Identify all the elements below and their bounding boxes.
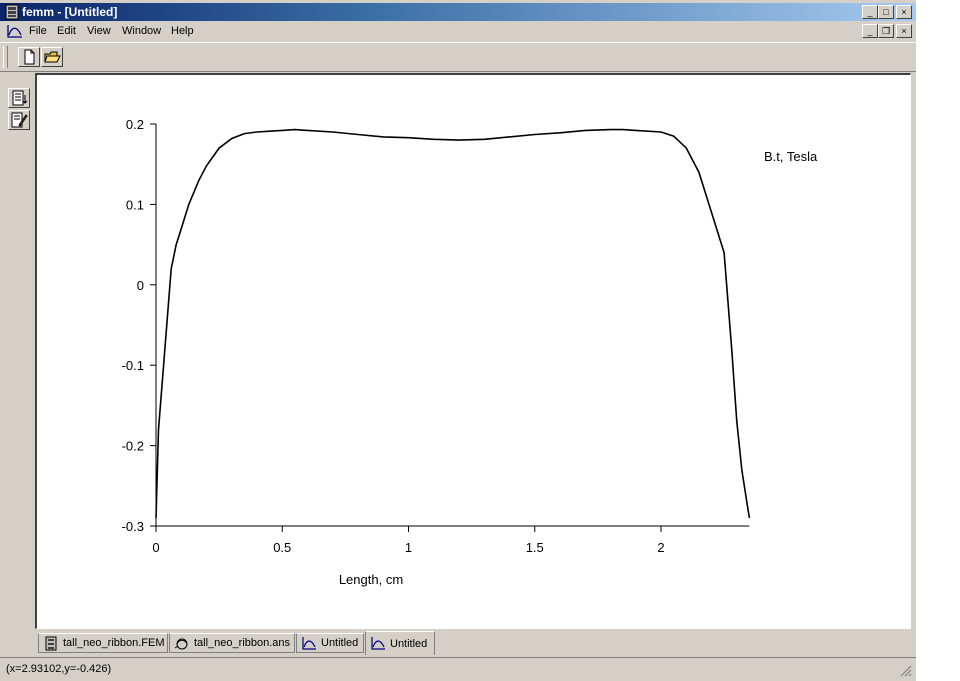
tab-untitled-1[interactable]: Untitled: [296, 633, 364, 653]
document-tabs: tall_neo_ribbon.FEM tall_neo_ribbon.ans …: [35, 631, 911, 655]
x-tick-label: 2: [657, 540, 664, 555]
open-file-button[interactable]: [41, 47, 63, 67]
tab-label: Untitled: [321, 637, 359, 649]
y-tick-label: -0.1: [122, 358, 144, 373]
list-view-button[interactable]: [8, 88, 30, 108]
x-tick-label: 1: [405, 540, 412, 555]
plot-doc-icon: [371, 637, 385, 650]
toolbar: [0, 42, 916, 72]
desktop-background: [916, 0, 960, 681]
mdi-close-button[interactable]: ×: [896, 24, 912, 38]
magnet-doc-icon: [45, 636, 57, 651]
y-tick-label: 0.1: [126, 197, 144, 212]
list-view-icon: [12, 90, 28, 106]
tab-label: tall_neo_ribbon.FEM: [63, 637, 165, 649]
tab-label: Untitled: [390, 638, 428, 650]
new-file-icon: [24, 49, 35, 65]
x-tick-label: 0: [152, 540, 159, 555]
x-tick-label: 0.5: [273, 540, 291, 555]
minimize-button[interactable]: _: [862, 5, 878, 19]
edit-view-icon: [11, 112, 28, 128]
line-chart: 0.2 0.1 0 -0.1 -0.2 -0.3 0 0.5 1 1.5 2 Length, cm B.…: [122, 117, 818, 587]
menu-view[interactable]: View: [87, 25, 111, 37]
title-bar[interactable]: femm - [Untitled] _ □ ×: [0, 3, 916, 21]
y-tick-label: 0: [137, 278, 144, 293]
maximize-button[interactable]: □: [878, 5, 894, 19]
menu-file[interactable]: File: [29, 25, 47, 37]
solution-doc-icon: [174, 638, 188, 650]
close-button[interactable]: ×: [896, 5, 912, 19]
window-title: femm - [Untitled]: [22, 5, 118, 19]
menu-edit[interactable]: Edit: [57, 25, 76, 37]
menu-help[interactable]: Help: [171, 25, 194, 37]
plot-view[interactable]: 0.2 0.1 0 -0.1 -0.2 -0.3 0 0.5 1 1.5 2 Length, cm B.…: [35, 73, 911, 629]
toolbar-grip[interactable]: [3, 46, 8, 68]
x-axis-label: Length, cm: [339, 572, 403, 587]
application-window: femm - [Untitled] _ □ × File Edit View W…: [0, 0, 916, 681]
y-tick-label: -0.2: [122, 439, 144, 454]
tab-untitled-2[interactable]: Untitled: [365, 631, 435, 655]
edit-view-button[interactable]: [8, 110, 30, 130]
status-bar: (x=2.93102,y=-0.426): [0, 657, 916, 680]
mdi-minimize-button[interactable]: _: [862, 24, 878, 38]
y-tick-label: -0.3: [122, 519, 144, 534]
tab-ans[interactable]: tall_neo_ribbon.ans: [169, 633, 295, 653]
series-line: [155, 128, 751, 519]
plot-doc-icon[interactable]: [6, 23, 24, 39]
menu-bar: File Edit View Window Help: [0, 21, 916, 41]
femm-app-icon: [5, 4, 19, 20]
open-folder-icon: [44, 51, 61, 63]
mdi-restore-button[interactable]: ❐: [878, 24, 894, 38]
series-annotation: B.t, Tesla: [764, 149, 818, 164]
tab-fem[interactable]: tall_neo_ribbon.FEM: [38, 633, 168, 653]
tab-label: tall_neo_ribbon.ans: [194, 637, 291, 649]
cursor-coordinates: (x=2.93102,y=-0.426): [6, 663, 112, 675]
y-tick-label: 0.2: [126, 117, 144, 132]
menu-window[interactable]: Window: [122, 25, 161, 37]
new-file-button[interactable]: [18, 47, 40, 67]
resize-grip-icon[interactable]: [900, 665, 912, 677]
x-tick-label: 1.5: [526, 540, 544, 555]
side-toolbar: [4, 83, 32, 133]
plot-doc-icon: [302, 637, 316, 650]
